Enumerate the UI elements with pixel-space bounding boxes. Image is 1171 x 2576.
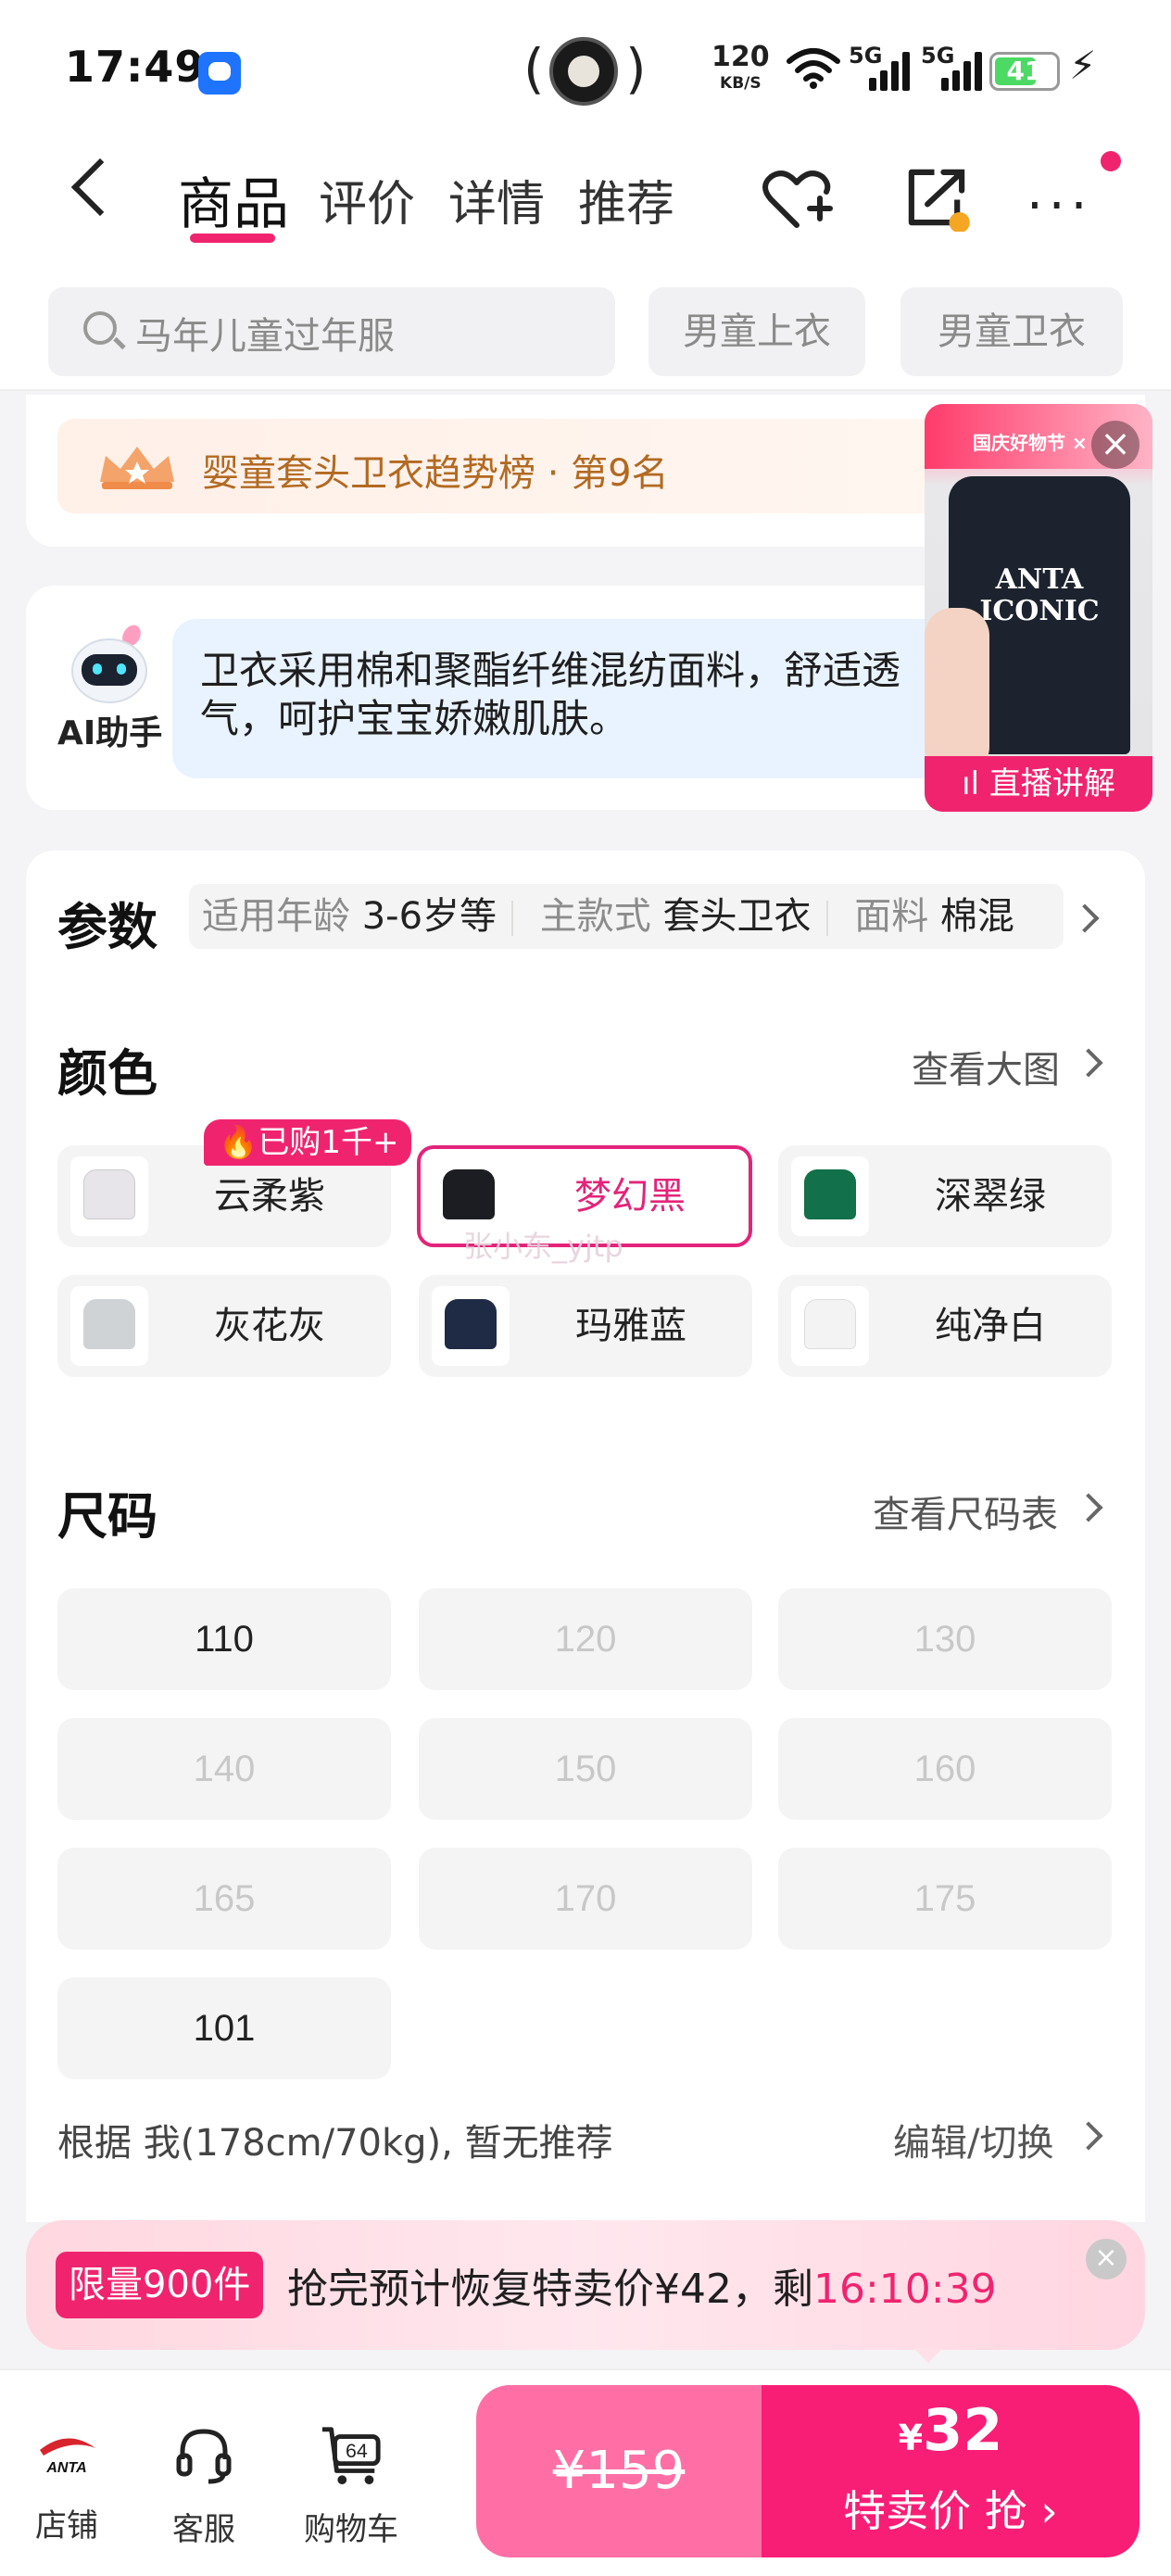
sale-price: ¥32 [898,2396,1003,2464]
notification-app-icon [198,52,241,95]
color-label: 玛雅蓝 [575,1305,686,1347]
color-label: 深翠绿 [935,1175,1046,1218]
color-swatch [445,1299,497,1349]
svg-text:ANTA: ANTA [45,2460,86,2476]
signal-bars-icon [869,52,912,91]
cart-button[interactable]: 64 购物车 [291,2422,411,2549]
size-option-disabled: 165 [57,1848,391,1950]
size-chart-link[interactable]: 查看尺码表 [873,1484,1058,1538]
service-label: 客服 [172,2511,235,2548]
param-value: 3-6岁等 [361,895,497,938]
size-option-disabled: 175 [778,1848,1112,1950]
size-title: 尺码 [57,1487,157,1546]
shop-button[interactable]: ANTA 店铺 [11,2422,122,2545]
size-option-disabled: 120 [419,1588,752,1690]
notification-dot [1101,151,1121,171]
live-banner-text: 国庆好物节 × [973,432,1088,454]
param-value: 套头卫衣 [662,895,812,938]
live-close-icon[interactable]: × [1091,421,1140,469]
battery-icon: 41 [989,52,1060,91]
more-icon[interactable]: ··· [1026,176,1092,236]
search-chip-boys-top[interactable]: 男童上衣 [648,287,865,376]
color-swatch [443,1169,495,1219]
trend-rank-banner[interactable]: 婴童套头卫衣趋势榜 · 第9名 [57,419,947,513]
purchase-count-badge: 🔥已购1千+ [204,1119,412,1166]
limited-quantity-tag: 限量900件 [56,2252,264,2318]
signal-bars-icon-2 [941,52,984,91]
live-stream-window[interactable]: 国庆好物节 × ANTA ICONIC × ıl 直播讲解 [925,404,1152,812]
ai-robot-icon [71,625,147,703]
color-label: 灰花灰 [214,1305,325,1347]
ai-assistant-label: AI助手 [57,714,163,752]
promo-banner[interactable]: 限量900件 抢完预计恢复特卖价¥42，剩16:10:39 × [26,2220,1145,2363]
shop-label: 店铺 [35,2507,98,2544]
original-price-button[interactable]: ¥159 [476,2385,762,2557]
network-speed: 120 KB/S [711,41,770,94]
color-option[interactable]: 玛雅蓝 [419,1275,752,1377]
anta-logo-icon: ANTA [34,2422,99,2487]
size-option-disabled: 140 [57,1718,391,1820]
color-option[interactable]: 深翠绿 [778,1145,1112,1247]
crown-icon [100,447,174,489]
buy-sale-button[interactable]: ¥32 特卖价 抢 › [762,2385,1140,2557]
dynamic-island-avatar: ( ) [523,28,647,111]
color-swatch [83,1299,135,1349]
tab-product[interactable]: 商品 [178,159,289,240]
cart-icon: 64 [321,2427,381,2485]
params-title: 参数 [57,898,157,956]
color-option[interactable]: 纯净白 [778,1275,1112,1377]
live-explain-label: 直播讲解 [988,765,1115,802]
favorite-add-icon[interactable] [760,162,834,236]
size-option-disabled: 160 [778,1718,1112,1820]
tab-details[interactable]: 详情 [448,165,545,234]
color-swatch [804,1169,856,1219]
size-option[interactable]: 110 [57,1588,391,1690]
param-value: 棉混 [939,895,1014,938]
size-option[interactable]: 101 [57,1977,391,2079]
search-icon [83,311,117,345]
promo-text: 抢完预计恢复特卖价¥42，剩16:10:39 [287,2266,997,2313]
share-icon[interactable] [902,163,971,232]
tab-reviews[interactable]: 评价 [319,165,415,234]
size-option-disabled: 150 [419,1718,752,1820]
headset-icon [176,2429,232,2484]
params-strip[interactable]: 适用年龄 3-6岁等 主款式 套头卫衣 面料 棉混 [189,884,1064,949]
wifi-icon [787,48,840,89]
edit-switch-link[interactable]: 编辑/切换 [893,2113,1053,2166]
color-swatch [804,1299,856,1349]
fire-icon: 🔥 [219,1124,258,1161]
search-chip-boys-hoodie[interactable]: 男童卫衣 [900,287,1123,376]
ai-message-text: 卫衣采用棉和聚酯纤维混纺面料，舒适透气，呵护宝宝娇嫩肌肤。 [200,648,901,741]
view-large-image-link[interactable]: 查看大图 [912,1040,1060,1093]
size-option-disabled: 170 [419,1848,752,1950]
status-time: 17:49 [65,42,206,92]
countdown-timer: 16:10:39 [812,2266,997,2313]
param-key: 面料 [854,895,929,938]
live-explain-button[interactable]: ıl 直播讲解 [925,756,1152,812]
rank-text: 婴童套头卫衣趋势榜 · 第9名 [202,452,669,495]
sale-label: 特卖价 抢 › [843,2486,1058,2536]
presenter-arm [925,608,989,775]
color-title: 颜色 [57,1044,157,1103]
size-option-disabled: 130 [778,1588,1112,1690]
param-key: 主款式 [539,895,651,938]
cart-label: 购物车 [304,2511,398,2548]
active-tab-indicator [190,234,275,243]
color-swatch [83,1169,135,1219]
color-label: 纯净白 [935,1305,1046,1347]
promo-close-icon[interactable]: × [1086,2239,1127,2279]
charging-icon: ⚡ [1069,43,1097,88]
tab-recommend[interactable]: 推荐 [578,165,674,234]
color-option[interactable]: 灰花灰 [57,1275,391,1377]
param-key: 适用年龄 [202,895,350,938]
live-bars-icon: ıl [962,765,980,802]
search-placeholder: 马年儿童过年服 [135,315,395,358]
avatar [549,37,618,106]
search-input[interactable]: 马年儿童过年服 [48,287,615,376]
svg-text:64: 64 [346,2440,368,2462]
customer-service-button[interactable]: 客服 [148,2422,259,2549]
ai-message-bubble[interactable]: 卫衣采用棉和聚酯纤维混纺面料，舒适透气，呵护宝宝娇嫩肌肤。 [172,619,978,778]
size-recommendation-text: 根据 我(178cm/70kg), 暂无推荐 [57,2122,613,2165]
watermark-text: 张小东_yjtp [463,1229,623,1264]
